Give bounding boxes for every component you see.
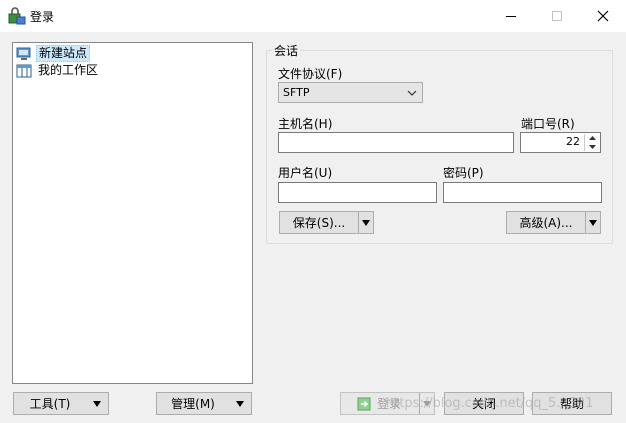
manage-button-label: 管理(M) (171, 397, 215, 411)
triangle-down-icon (362, 219, 370, 226)
tools-button[interactable]: 工具(T) (13, 392, 109, 415)
tree-item-new-site[interactable]: 新建站点 (16, 45, 91, 62)
save-button[interactable]: 保存(S)... (279, 211, 374, 234)
chevron-down-icon (407, 90, 417, 96)
tools-dropdown-arrow (86, 400, 108, 407)
port-label: 端口号(R) (521, 117, 575, 131)
tree-item-workspace[interactable]: 我的工作区 (16, 62, 100, 79)
protocol-select[interactable]: SFTP (278, 82, 423, 103)
close-button[interactable] (580, 0, 626, 32)
close-icon (597, 10, 609, 22)
site-tree[interactable]: 新建站点 我的工作区 (12, 42, 253, 384)
workspace-icon (16, 64, 32, 77)
triangle-down-icon (236, 400, 244, 407)
caret-up-icon (588, 136, 596, 140)
port-value: 22 (566, 135, 580, 148)
tools-button-label: 工具(T) (29, 397, 71, 411)
tree-item-label: 我的工作区 (38, 63, 99, 77)
save-button-label: 保存(S)... (292, 216, 346, 230)
port-stepper[interactable]: 22 (520, 132, 601, 153)
host-input[interactable] (278, 132, 514, 153)
spin-down-button[interactable] (585, 143, 599, 151)
spin-up-button[interactable] (585, 134, 599, 142)
app-icon (8, 7, 26, 25)
login-icon (357, 397, 371, 410)
triangle-down-icon (93, 400, 101, 407)
advanced-button-label: 高级(A)... (519, 216, 573, 230)
user-label: 用户名(U) (278, 166, 333, 180)
advanced-dropdown-arrow[interactable] (585, 212, 600, 233)
password-label: 密码(P) (443, 166, 484, 180)
user-input[interactable] (278, 182, 437, 203)
window-title: 登录 (30, 10, 55, 24)
manage-dropdown-arrow (229, 400, 251, 407)
tree-item-label: 新建站点 (36, 45, 91, 62)
minimize-icon (505, 15, 516, 17)
watermark-text: https://blog.csdn.net/qq_5...321 (386, 396, 594, 411)
save-dropdown-arrow[interactable] (358, 212, 373, 233)
session-group-label: 会话 (272, 42, 301, 59)
maximize-icon (551, 10, 562, 21)
advanced-button[interactable]: 高级(A)... (506, 211, 601, 234)
manage-button[interactable]: 管理(M) (156, 392, 252, 415)
new-site-icon (16, 47, 31, 60)
triangle-down-icon (589, 219, 597, 226)
maximize-button[interactable] (534, 0, 580, 32)
minimize-button[interactable] (488, 0, 534, 32)
port-spinner[interactable] (584, 134, 599, 151)
caret-down-icon (588, 145, 596, 149)
host-label: 主机名(H) (278, 117, 333, 131)
password-input[interactable] (443, 182, 602, 203)
protocol-value: SFTP (283, 86, 310, 99)
protocol-label: 文件协议(F) (278, 67, 343, 81)
